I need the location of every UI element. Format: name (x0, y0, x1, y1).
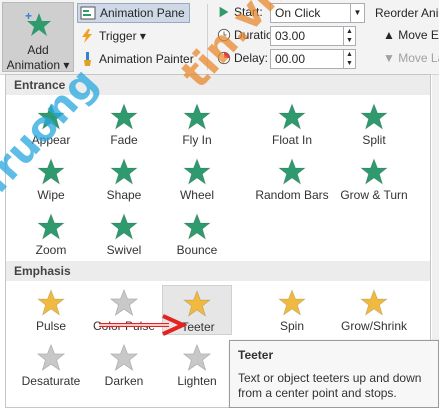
delay-spinner-arrows-icon[interactable]: ▲ ▼ (343, 50, 355, 68)
grow-shrink-star-icon (359, 288, 389, 316)
wheel-star-icon (182, 157, 212, 185)
gallery-item-label: Fade (110, 133, 138, 147)
gallery-item-label: Shape (106, 188, 142, 202)
grow-turn-star-icon (359, 157, 389, 185)
split-star-icon (359, 102, 389, 130)
gallery-item-bounce[interactable]: Bounce (162, 209, 232, 259)
swivel-star-icon (109, 212, 139, 240)
gallery-item-zoom[interactable]: Zoom (16, 209, 86, 259)
spin-star-icon (277, 288, 307, 316)
teeter-tooltip: Teeter Text or object teeters up and dow… (229, 340, 439, 408)
gallery-item-label: Wipe (37, 188, 65, 202)
move-earlier-button[interactable]: ▲ Move Ea (383, 28, 439, 42)
pulse-star-icon (36, 288, 66, 316)
gallery-item-fade[interactable]: Fade (89, 99, 159, 149)
gallery-item-grow-turn[interactable]: Grow & Turn (329, 154, 419, 204)
gallery-item-desaturate[interactable]: Desaturate (16, 340, 86, 390)
gallery-item-darken[interactable]: Darken (89, 340, 159, 390)
float-in-star-icon (277, 102, 307, 130)
darken-star-icon (109, 343, 139, 371)
add-animation-star-icon: + (25, 9, 51, 36)
fade-star-icon (109, 102, 139, 130)
svg-text:+: + (25, 9, 32, 23)
bounce-star-icon (182, 212, 212, 240)
shape-star-icon (109, 157, 139, 185)
add-animation-button[interactable]: + Add Animation ▾ (2, 2, 74, 72)
fly-in-star-icon (182, 102, 212, 130)
lightning-icon (82, 29, 92, 43)
reorder-animation-label: Reorder Ani (375, 6, 439, 20)
gallery-item-label: Pulse (35, 319, 67, 333)
gallery-item-wheel[interactable]: Wheel (162, 154, 232, 204)
gallery-item-label: Darken (104, 374, 144, 388)
red-arrow-annotation (99, 314, 187, 336)
animation-pane-label: Animation Pane (100, 6, 185, 20)
gallery-item-label: Desaturate (21, 374, 81, 388)
gallery-item-lighten[interactable]: Lighten (162, 340, 232, 390)
move-later-button[interactable]: ▼ Move La (383, 51, 439, 65)
random-bars-star-icon (277, 157, 307, 185)
spinner-arrows-icon[interactable]: ▲ ▼ (343, 27, 355, 45)
gallery-item-pulse[interactable]: Pulse (16, 285, 86, 335)
chevron-down-icon[interactable]: ▼ (350, 4, 364, 22)
delay-value: 00.00 (275, 52, 306, 66)
add-animation-label-1: Add (27, 43, 49, 57)
zoom-star-icon (36, 212, 66, 240)
animation-pane-button[interactable]: Animation Pane (77, 3, 190, 23)
gallery-item-label: Swivel (106, 243, 142, 257)
gallery-item-label: Split (362, 133, 386, 147)
brush-icon (84, 52, 91, 66)
gallery-item-label: Wheel (179, 188, 214, 202)
animation-pane-icon (80, 6, 96, 20)
emphasis-section-header: Emphasis (6, 261, 430, 281)
gallery-item-label: Grow & Turn (340, 188, 408, 202)
tooltip-title: Teeter (238, 348, 274, 362)
gallery-item-grow-shrink[interactable]: Grow/Shrink (329, 285, 419, 335)
trigger-button[interactable]: Trigger ▾ (79, 26, 146, 46)
delay-stepper[interactable]: 00.00 ▲ ▼ (270, 49, 356, 69)
gallery-item-swivel[interactable]: Swivel (89, 209, 159, 259)
gallery-item-label: Lighten (177, 374, 217, 388)
gallery-item-label: Fly In (182, 133, 212, 147)
desaturate-star-icon (36, 343, 66, 371)
lighten-star-icon (182, 343, 212, 371)
gallery-item-split[interactable]: Split (329, 99, 419, 149)
gallery-item-shape[interactable]: Shape (89, 154, 159, 204)
trigger-label: Trigger ▾ (99, 29, 146, 43)
gallery-item-label: Grow/Shrink (340, 319, 408, 333)
tooltip-text: Text or object teeters up and down from … (238, 371, 422, 400)
gallery-item-label: Bounce (176, 243, 218, 257)
gallery-item-fly-in[interactable]: Fly In (162, 99, 232, 149)
duration-value: 03.00 (275, 29, 306, 43)
gallery-item-label: Zoom (35, 243, 67, 257)
duration-stepper[interactable]: 03.00 ▲ ▼ (270, 26, 356, 46)
